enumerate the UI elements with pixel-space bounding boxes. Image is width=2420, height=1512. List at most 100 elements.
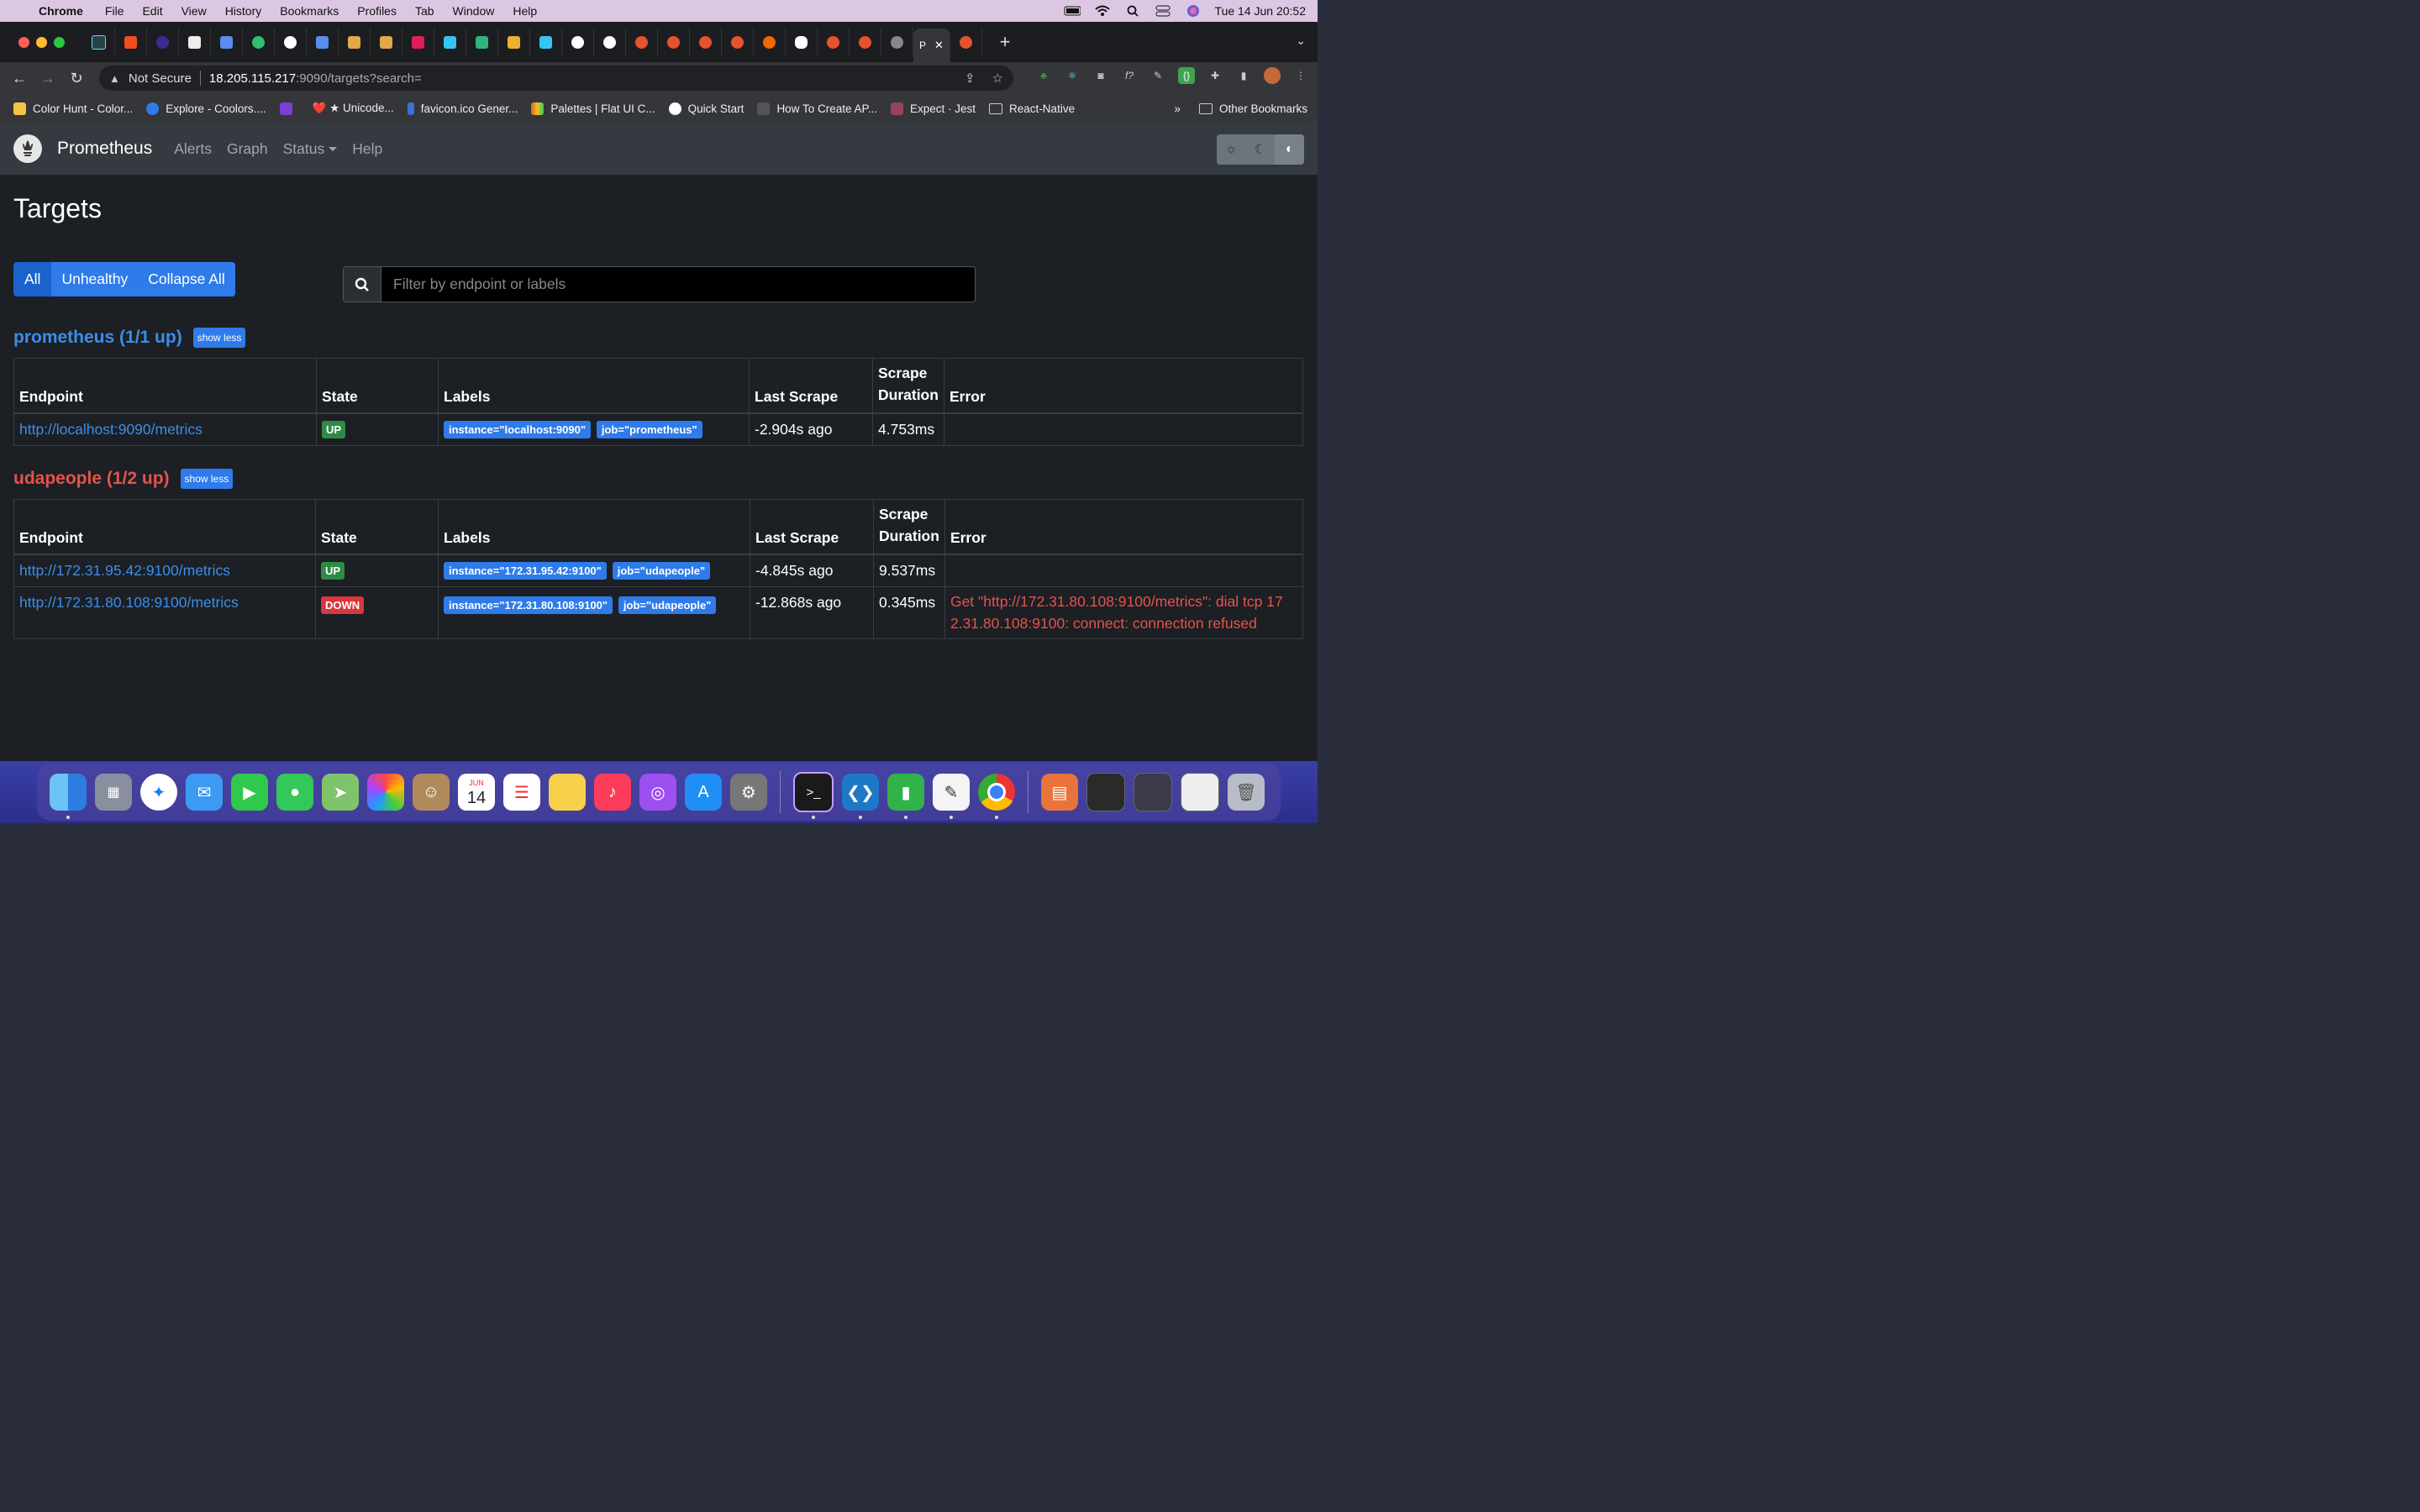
tab[interactable] [434,28,466,56]
tab[interactable] [466,28,498,56]
light-theme-sun-icon[interactable]: ☼ [1217,134,1246,165]
menu-edit[interactable]: Edit [142,4,162,18]
tab[interactable] [115,28,147,56]
tab[interactable] [690,28,722,56]
tab[interactable] [211,28,243,56]
terminal-icon[interactable]: >_ [793,772,834,819]
endpoint-link[interactable]: http://localhost:9090/metrics [19,421,203,438]
facetime-icon[interactable]: ▶ [231,774,268,811]
spotlight-icon[interactable] [1124,5,1141,17]
dark-theme-moon-icon[interactable]: ☾ [1246,134,1276,165]
bookmark-item[interactable]: Expect · Jest [891,102,976,115]
function-extension-icon[interactable]: f? [1121,67,1138,84]
react-devtools-icon[interactable]: ⚛ [1064,67,1081,84]
battery-icon[interactable] [1064,5,1081,17]
tab-active[interactable]: P ✕ [913,29,950,62]
recent-window-thumbnail[interactable] [1181,773,1219,811]
security-status[interactable]: Not Secure [129,71,192,86]
json-extension-icon[interactable]: {} [1178,67,1195,84]
tab[interactable] [371,28,402,56]
tab[interactable] [498,28,530,56]
bookmark-item[interactable]: Palettes | Flat UI C... [531,102,655,115]
tab[interactable] [147,28,179,56]
control-center-icon[interactable] [1155,5,1171,17]
trash-icon[interactable]: 🗑 [1228,774,1265,811]
show-less-button[interactable]: show less [192,328,246,348]
tab-search-icon[interactable]: ⌄ [1296,34,1306,48]
contacts-icon[interactable]: ☺ [413,774,450,811]
forward-arrow-icon[interactable]: → [34,70,62,87]
tab[interactable] [786,28,818,56]
bookmark-item[interactable]: favicon.ico Gener... [407,102,518,115]
menu-window[interactable]: Window [453,4,495,18]
menu-view[interactable]: View [182,4,207,18]
tab[interactable] [850,28,881,56]
menu-profiles[interactable]: Profiles [357,4,397,18]
bookmark-item[interactable] [279,102,299,115]
wifi-icon[interactable] [1094,5,1111,17]
share-icon[interactable]: ⇪ [965,71,976,86]
close-window-button[interactable] [18,36,29,48]
reload-icon[interactable]: ↻ [62,70,91,87]
tab[interactable] [594,28,626,56]
bookmark-folder[interactable]: React-Native [989,102,1075,115]
pool-title[interactable]: udapeople (1/2 up) [13,469,170,489]
prometheus-logo-icon[interactable] [13,134,42,163]
recent-window-thumbnail[interactable] [1086,773,1125,811]
tab[interactable] [339,28,371,56]
new-tab-button[interactable]: + [991,31,1019,53]
bookmark-item[interactable]: Color Hunt - Color... [13,102,133,115]
close-tab-icon[interactable]: ✕ [934,39,944,52]
kebab-menu-icon[interactable]: ⋮ [1292,67,1309,84]
bookmarks-overflow-button[interactable]: » [1174,102,1181,115]
warning-icon[interactable]: ▲ [109,72,120,85]
tab[interactable] [307,28,339,56]
bookmark-item[interactable]: Quick Start [668,102,744,115]
menu-tab[interactable]: Tab [415,4,434,18]
collapse-all-button[interactable]: Collapse All [138,262,235,297]
bookmark-star-icon[interactable]: ☆ [992,71,1003,86]
auto-theme-contrast-icon[interactable]: ◐ [1275,134,1304,165]
launchpad-icon[interactable]: ▦ [95,774,132,811]
safari-icon[interactable]: ✦ [140,774,177,811]
nav-graph[interactable]: Graph [227,140,268,158]
back-arrow-icon[interactable]: ← [5,70,34,87]
tab[interactable] [658,28,690,56]
system-preferences-icon[interactable]: ⚙ [730,774,767,811]
nav-alerts[interactable]: Alerts [174,140,212,158]
tab[interactable] [722,28,754,56]
filter-all-button[interactable]: All [13,262,52,297]
podcasts-icon[interactable]: ◎ [639,774,676,811]
tab[interactable] [881,28,913,56]
tab[interactable] [243,28,275,56]
numbers-icon[interactable]: ▮ [887,774,924,819]
tab[interactable] [818,28,850,56]
messages-icon[interactable]: ● [276,774,313,811]
menu-help[interactable]: Help [513,4,537,18]
filter-unhealthy-button[interactable]: Unhealthy [51,262,139,297]
calendar-icon[interactable]: JUN 14 [458,774,495,811]
app-store-icon[interactable]: A [685,774,722,811]
minimize-window-button[interactable] [36,36,47,48]
bookmark-item[interactable]: ❤️ ★ Unicode... [313,102,394,115]
tab[interactable] [562,28,594,56]
tab[interactable] [950,28,982,56]
menubar-clock[interactable]: Tue 14 Jun 20:52 [1215,4,1306,18]
reminders-icon[interactable]: ☰ [503,774,540,811]
nav-help[interactable]: Help [352,140,382,158]
chrome-icon[interactable] [978,774,1015,819]
tab[interactable] [530,28,562,56]
pen-extension-icon[interactable]: ✎ [1150,67,1166,84]
tab[interactable] [626,28,658,56]
bookmark-item[interactable]: Explore - Coolors.... [146,102,266,115]
music-icon[interactable]: ♪ [594,774,631,811]
mail-icon[interactable]: ✉ [186,774,223,811]
endpoint-link[interactable]: http://172.31.95.42:9100/metrics [19,562,230,579]
address-bar[interactable]: ▲ Not Secure 18.205.115.217:9090/targets… [99,66,1013,91]
vscode-icon[interactable]: ❮❯ [842,774,879,819]
menu-history[interactable]: History [225,4,262,18]
notes-icon[interactable] [549,774,586,811]
siri-icon[interactable] [1185,5,1202,17]
finder-icon[interactable] [50,774,87,819]
tab[interactable] [754,28,786,56]
